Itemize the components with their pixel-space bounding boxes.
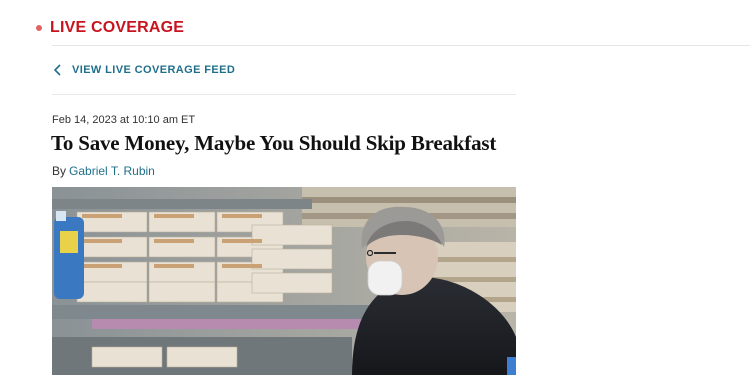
author-link[interactable]: Gabriel T. Rubin [69, 164, 155, 178]
live-coverage-header: LIVE COVERAGE [36, 16, 184, 40]
article-timestamp: Feb 14, 2023 at 10:10 am ET [52, 114, 196, 126]
byline-prefix: By [52, 164, 67, 178]
view-live-coverage-feed-link[interactable]: VIEW LIVE COVERAGE FEED [52, 63, 235, 77]
section-divider [52, 94, 516, 95]
chevron-left-icon [53, 64, 61, 76]
header-divider [52, 45, 750, 46]
article-headline: To Save Money, Maybe You Should Skip Bre… [51, 131, 497, 155]
article-byline: By Gabriel T. Rubin [52, 164, 155, 178]
back-link-label: VIEW LIVE COVERAGE FEED [72, 64, 236, 76]
live-coverage-label: LIVE COVERAGE [50, 19, 185, 36]
article-photo [52, 187, 516, 375]
live-dot-icon [36, 25, 42, 31]
